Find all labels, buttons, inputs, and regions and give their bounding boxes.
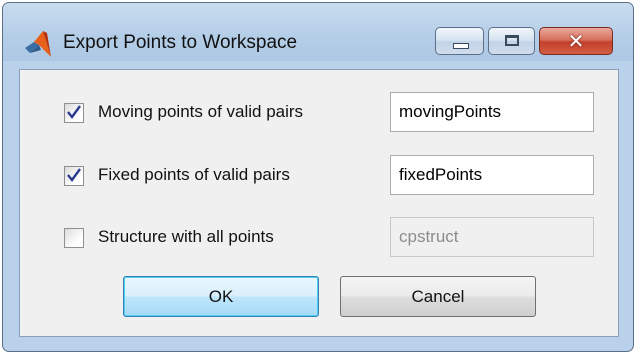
export-points-dialog: Export Points to Workspace ✕ Moving poin… [2, 2, 634, 352]
dialog-content: Moving points of valid pairs Fixed point… [19, 69, 619, 337]
title-bar[interactable]: Export Points to Workspace ✕ [3, 3, 633, 61]
structure-label: Structure with all points [98, 227, 274, 246]
fixed-points-checkbox[interactable] [64, 166, 84, 186]
checkmark-icon [67, 168, 81, 182]
checkmark-icon [67, 105, 81, 119]
cancel-button[interactable]: Cancel [340, 276, 536, 317]
close-icon: ✕ [567, 30, 585, 53]
option-row-moving-points: Moving points of valid pairs [20, 92, 618, 132]
minimize-button[interactable] [435, 27, 484, 55]
moving-points-variable-input[interactable] [390, 92, 594, 132]
maximize-button[interactable] [488, 27, 535, 55]
structure-variable-input[interactable] [390, 217, 594, 257]
window-title: Export Points to Workspace [63, 32, 298, 53]
option-row-structure: Structure with all points [20, 217, 618, 257]
minimize-icon [453, 43, 469, 49]
matlab-membrane-icon [25, 31, 51, 57]
close-button[interactable]: ✕ [539, 27, 613, 55]
option-row-fixed-points: Fixed points of valid pairs [20, 155, 618, 195]
moving-points-checkbox[interactable] [64, 103, 84, 123]
fixed-points-variable-input[interactable] [390, 155, 594, 195]
structure-checkbox[interactable] [64, 228, 84, 248]
maximize-icon [505, 35, 519, 46]
ok-button[interactable]: OK [123, 276, 319, 317]
fixed-points-label: Fixed points of valid pairs [98, 165, 290, 184]
moving-points-label: Moving points of valid pairs [98, 102, 304, 121]
